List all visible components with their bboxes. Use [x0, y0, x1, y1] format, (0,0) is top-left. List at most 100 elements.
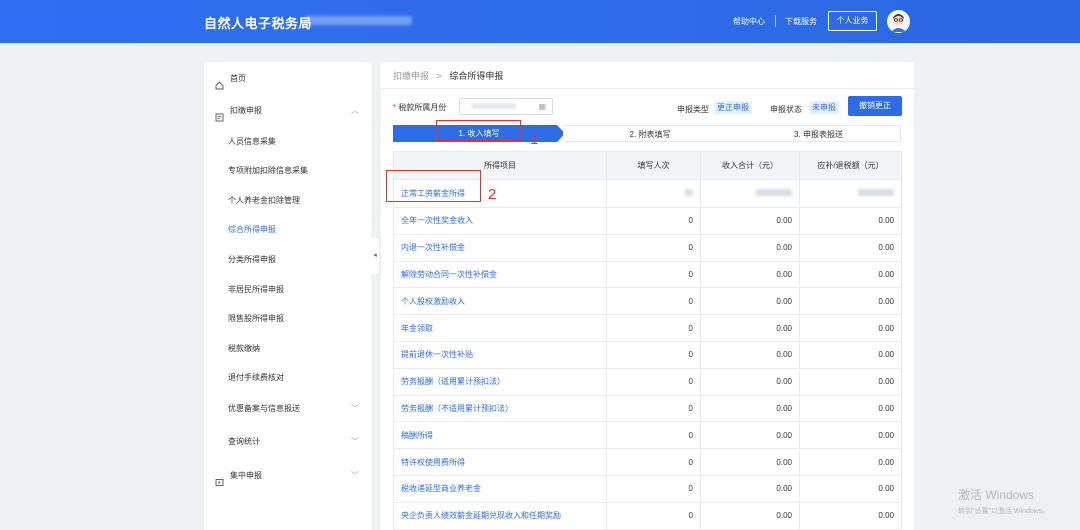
tax-cell: 0.00 — [799, 207, 902, 235]
sidebar-subitem-query-stats[interactable]: 查询统计 ﹀ — [204, 429, 371, 455]
sidebar-item-label: 综合所得申报 — [228, 225, 276, 234]
income-item-link[interactable]: 税收递延型商业养老金 — [393, 474, 607, 503]
sidebar-subitem-preferential-filing[interactable]: 优惠备案与信息报送 ﹀ — [204, 396, 371, 422]
count-cell: 0 — [606, 207, 701, 235]
table-row[interactable]: 年金领取 0 0.00 0.00 — [393, 314, 902, 342]
help-center-link[interactable]: 帮助中心 — [733, 16, 765, 27]
sidebar-item-label: 退付手续费核对 — [228, 373, 284, 382]
step-submit-report[interactable]: 3. 申报表报送 — [737, 125, 901, 142]
home-icon — [215, 75, 224, 90]
tax-cell: 0.00 — [799, 394, 902, 423]
tax-cell: 0.00 — [799, 340, 902, 369]
required-mark: * — [393, 103, 397, 112]
tax-cell-redacted — [799, 179, 902, 208]
tax-month-input[interactable]: ▦ — [459, 98, 553, 115]
breadcrumb-current: 综合所得申报 — [449, 71, 504, 81]
income-cell: 0.00 — [700, 260, 800, 289]
tax-cell: 0.00 — [799, 367, 902, 396]
count-cell: 0 — [606, 501, 701, 530]
sidebar-subitem-special-deduction[interactable]: 专项附加扣除信息采集 — [204, 158, 371, 184]
sidebar-item-withholding-declare[interactable]: 扣缴申报 ︿ — [204, 98, 371, 124]
user-info-redacted — [304, 16, 412, 25]
header-divider — [775, 15, 776, 27]
count-cell-redacted — [606, 179, 701, 208]
income-item-link[interactable]: 全年一次性奖金收入 — [393, 207, 607, 235]
sidebar-subitem-tax-payment[interactable]: 税款缴纳 — [204, 336, 371, 362]
table-row[interactable]: 个人股权激励收入 0 0.00 0.00 — [393, 287, 902, 316]
declare-type-label: 申报类型 — [677, 105, 709, 114]
breadcrumb-separator: > — [436, 71, 442, 81]
column-header: 填写人次 — [606, 151, 701, 180]
top-header: 自然人电子税务局 帮助中心 下载服务 个人业务 — [0, 0, 1080, 43]
income-cell: 0.00 — [700, 367, 800, 396]
avatar[interactable] — [887, 10, 910, 33]
income-cell: 0.00 — [700, 474, 800, 503]
sidebar-item-label: 分类所得申报 — [228, 255, 276, 264]
download-service-link[interactable]: 下载服务 — [785, 16, 817, 27]
income-item-link[interactable]: 解除劳动合同一次性补偿金 — [393, 260, 607, 289]
user-avatar-icon — [887, 10, 910, 33]
income-table: 所得项目 填写人次 收入合计（元） 应补/退税额（元） 正常工资薪金所得 全年一… — [393, 151, 902, 530]
table-row[interactable]: 税收递延型商业养老金 0 0.00 0.00 — [393, 474, 902, 503]
sidebar-item-label: 优惠备案与信息报送 — [228, 404, 300, 413]
sidebar-item-label: 非居民所得申报 — [228, 285, 284, 294]
sidebar-collapse-handle[interactable]: ◂ — [371, 238, 379, 274]
personal-business-button[interactable]: 个人业务 — [828, 11, 877, 31]
divider — [381, 88, 914, 89]
income-item-link[interactable]: 央企负责人绩效薪金延期兑现收入和任期奖励 — [393, 501, 607, 530]
tax-cell: 0.00 — [799, 287, 902, 316]
income-item-link[interactable]: 劳务报酬（适用累计预扣法） — [393, 367, 607, 396]
sidebar-item-label: 集中申报 — [230, 471, 262, 480]
table-row[interactable]: 提前退休一次性补贴 0 0.00 0.00 — [393, 340, 902, 369]
sidebar-item-label: 人员信息采集 — [228, 137, 276, 146]
income-item-link[interactable]: 个人股权激励收入 — [393, 287, 607, 316]
tax-cell: 0.00 — [799, 233, 902, 262]
app-title: 自然人电子税务局 — [204, 16, 313, 31]
highlight-box-salary-item — [386, 170, 481, 202]
sidebar-nav: 首页 扣缴申报 ︿ 人员信息采集 专项附加扣除信息采集 个人养老金扣除管理 综合… — [204, 62, 371, 530]
sidebar-subitem-nonresident-income[interactable]: 非居民所得申报 — [204, 277, 371, 303]
income-item-link[interactable]: 年金领取 — [393, 314, 607, 342]
sidebar-subitem-pension[interactable]: 个人养老金扣除管理 — [204, 188, 371, 214]
sidebar-subitem-fee-refund-check[interactable]: 退付手续费核对 — [204, 365, 371, 391]
sidebar-item-home[interactable]: 首页 — [204, 66, 371, 92]
table-row[interactable]: 特许权使用费所得 0 0.00 0.00 — [393, 448, 902, 476]
revoke-correction-button[interactable]: 撤销更正 — [848, 96, 902, 116]
income-cell: 0.00 — [700, 448, 800, 476]
breadcrumb: 扣缴申报 > 综合所得申报 — [393, 69, 503, 82]
income-item-link[interactable]: 特许权使用费所得 — [393, 448, 607, 476]
sidebar-item-batch-declare[interactable]: 集中申报 ﹀ — [204, 463, 371, 489]
declare-status-badge: 未申报 — [809, 101, 839, 114]
tax-month-label: * 税款所属月份 — [393, 102, 446, 113]
sidebar-subitem-comprehensive-income[interactable]: 综合所得申报 — [204, 217, 371, 243]
tax-cell: 0.00 — [799, 314, 902, 342]
step-schedule-fill[interactable]: 2. 附表填写 — [563, 125, 737, 142]
breadcrumb-parent[interactable]: 扣缴申报 — [393, 71, 429, 81]
table-row[interactable]: 劳务报酬（适用累计预扣法） 0 0.00 0.00 — [393, 367, 902, 396]
table-row[interactable]: 全年一次性奖金收入 0 0.00 0.00 — [393, 207, 902, 235]
count-cell: 0 — [606, 474, 701, 503]
table-row[interactable]: 内退一次性补偿金 0 0.00 0.00 — [393, 233, 902, 262]
income-item-link[interactable]: 提前退休一次性补贴 — [393, 340, 607, 369]
tax-cell: 0.00 — [799, 260, 902, 289]
income-item-link[interactable]: 内退一次性补偿金 — [393, 233, 607, 262]
tax-cell: 0.00 — [799, 448, 902, 476]
declare-status-label: 申报状态 — [770, 105, 802, 114]
income-item-link[interactable]: 稿酬所得 — [393, 421, 607, 450]
income-item-link[interactable]: 劳务报酬（不适用累计预扣法） — [393, 394, 607, 423]
table-row[interactable]: 劳务报酬（不适用累计预扣法） 0 0.00 0.00 — [393, 394, 902, 423]
count-cell: 0 — [606, 448, 701, 476]
sidebar-subitem-classified-income[interactable]: 分类所得申报 — [204, 247, 371, 273]
count-cell: 0 — [606, 233, 701, 262]
table-row[interactable]: 央企负责人绩效薪金延期兑现收入和任期奖励 0 0.00 0.00 — [393, 501, 902, 530]
sidebar-subitem-person-info[interactable]: 人员信息采集 — [204, 129, 371, 155]
sidebar-item-label: 首页 — [230, 74, 246, 83]
income-cell: 0.00 — [700, 287, 800, 316]
income-cell: 0.00 — [700, 421, 800, 450]
sidebar-subitem-restricted-stock[interactable]: 限售股所得申报 — [204, 306, 371, 332]
tax-month-value-redacted — [472, 103, 516, 109]
table-row[interactable]: 解除劳动合同一次性补偿金 0 0.00 0.00 — [393, 260, 902, 289]
table-row[interactable]: 稿酬所得 0 0.00 0.00 — [393, 421, 902, 450]
count-cell: 0 — [606, 340, 701, 369]
watermark-subtitle: 转到"设置"以激活 Windows。 — [958, 508, 1050, 515]
